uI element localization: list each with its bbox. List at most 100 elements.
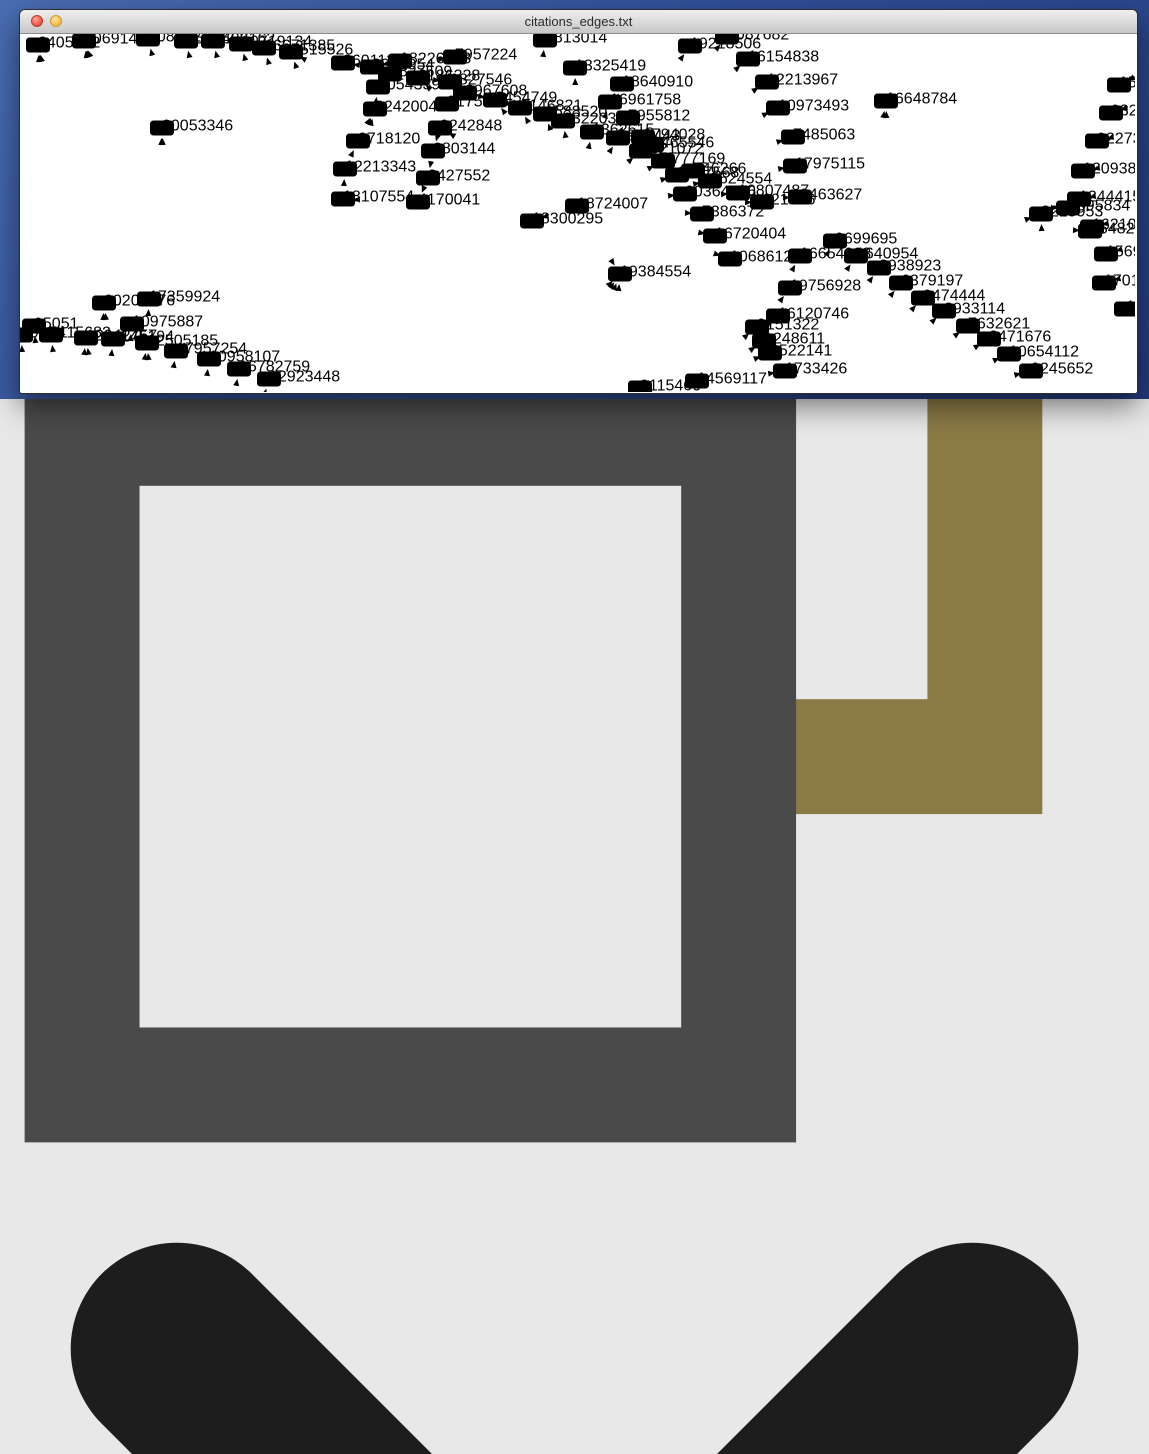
graph-node-label: 17016504 <box>1104 272 1135 289</box>
graph-edge[interactable] <box>565 131 577 206</box>
graph-node-label: 20053346 <box>162 117 233 134</box>
close-panel-icon[interactable] <box>0 1172 1149 1454</box>
graph-edge[interactable] <box>577 206 1058 208</box>
graph-node-label: 7955812 <box>628 107 690 124</box>
graph-edge[interactable] <box>560 206 577 391</box>
graph-edge[interactable] <box>577 206 1080 231</box>
graph-edge[interactable] <box>20 206 577 246</box>
zoom-window-button[interactable] <box>69 15 81 27</box>
graph-node-label: 7386372 <box>702 203 764 220</box>
graph-edge[interactable] <box>150 138 162 392</box>
graph-node-label: 9242848 <box>440 117 502 134</box>
graph-edge[interactable] <box>22 345 25 392</box>
graph-node-label: 16648784 <box>886 90 957 107</box>
graph-node-label: 2087682 <box>727 34 789 43</box>
edge-arrowhead <box>261 389 267 392</box>
graph-edge[interactable] <box>267 58 372 392</box>
edge-arrowhead <box>525 117 531 125</box>
graph-node-label: 9115460 <box>640 377 701 392</box>
graph-edge[interactable] <box>610 284 619 391</box>
graph-node-label: 10973493 <box>778 97 849 114</box>
network-canvas-container: 1872400718300295193845549322037136261513… <box>20 34 1137 397</box>
graph-node-label: 9227343 <box>1097 130 1135 147</box>
graph-edge[interactable] <box>525 117 577 206</box>
resize-grip-icon[interactable] <box>1110 371 1128 389</box>
graph-edge[interactable] <box>20 206 577 271</box>
graph-edge[interactable] <box>20 206 577 296</box>
edge-arrowhead <box>777 296 784 303</box>
graph-node-label: 19384554 <box>620 263 691 280</box>
network-canvas[interactable]: 1872400718300295193845549322037136261513… <box>20 34 1135 392</box>
window-title: citations_edges.txt <box>20 10 1137 33</box>
graph-node-label: 16720404 <box>715 225 786 242</box>
edge-arrowhead <box>888 291 895 298</box>
graph-node-label: 20364436 <box>685 183 756 200</box>
edge-arrowhead <box>149 49 155 57</box>
graph-edge[interactable] <box>575 283 616 391</box>
edge-arrowhead <box>909 305 916 312</box>
graph-node-label: 17359924 <box>149 288 220 305</box>
graph-node-label: 1167533 <box>1126 298 1135 315</box>
edge-arrowhead <box>294 61 300 69</box>
graph-node-label: 12213343 <box>345 158 416 175</box>
graph-edge[interactable] <box>244 54 335 392</box>
graph-node-label: 9245652 <box>1031 360 1093 377</box>
graph-node-label: 7485063 <box>793 126 855 143</box>
graph-node-label: 7957224 <box>455 46 517 63</box>
edge-arrowhead <box>348 150 354 158</box>
graph-edge[interactable] <box>20 171 577 206</box>
graph-edge[interactable] <box>919 358 1000 392</box>
graph-node-label: 18300295 <box>532 210 603 227</box>
edge-arrowhead <box>540 50 546 57</box>
graph-edge[interactable] <box>845 34 872 392</box>
edge-arrowhead <box>171 361 177 368</box>
graph-node-label: 18640910 <box>622 73 693 90</box>
edge-arrowhead <box>607 147 613 155</box>
graph-node-label: 7515526 <box>291 41 353 58</box>
graph-edge[interactable] <box>540 282 614 391</box>
network-view-window[interactable]: citations_edges.txt 18724007183002951938… <box>19 9 1138 394</box>
edge-arrowhead <box>678 54 684 61</box>
graph-edge[interactable] <box>577 206 680 391</box>
graph-edge[interactable] <box>878 332 960 392</box>
graph-edge[interactable] <box>20 206 577 221</box>
edge-arrowhead <box>626 158 633 165</box>
graph-node-label: 1733426 <box>785 360 847 377</box>
graph-edge[interactable] <box>854 318 937 392</box>
edge-arrowhead <box>266 58 272 66</box>
graph-edge[interactable] <box>35 336 40 392</box>
graph-edge[interactable] <box>899 344 980 392</box>
graph-edge[interactable] <box>420 206 577 391</box>
edge-arrowhead <box>733 66 740 73</box>
close-window-button[interactable] <box>31 15 43 27</box>
edge-arrowhead <box>844 264 850 271</box>
graph-node-label: 8813014 <box>545 34 607 46</box>
edge-arrowhead <box>20 345 25 352</box>
minimize-window-button[interactable] <box>50 15 62 27</box>
graph-node-label: 17975115 <box>795 155 865 172</box>
graph-edge[interactable] <box>20 196 577 206</box>
graph-edge[interactable] <box>500 281 613 391</box>
graph-node-label: 1588520 <box>545 103 607 120</box>
graph-node-label: 12923448 <box>269 368 340 385</box>
edge-arrowhead <box>1039 224 1045 231</box>
graph-node-label: 4170041 <box>418 191 480 208</box>
graph-edge[interactable] <box>577 206 620 391</box>
graph-edge[interactable] <box>941 373 1021 392</box>
graph-edge[interactable] <box>895 34 915 392</box>
graph-node-label: 18107554 <box>343 188 414 205</box>
edge-arrowhead <box>563 131 569 138</box>
graph-node-label: 10654112 <box>1009 343 1079 360</box>
graph-edge[interactable] <box>340 206 577 391</box>
graph-node-label: 16210643 <box>1092 216 1135 233</box>
graph-edge[interactable] <box>500 206 577 391</box>
graph-node-label: 16961758 <box>610 91 681 108</box>
application-desktop: citations_edges.txt 18724007183002951938… <box>0 0 1149 399</box>
edge-arrowhead <box>572 78 578 85</box>
graph-node-label: 22420046 <box>375 98 446 115</box>
graph-edge[interactable] <box>52 345 58 392</box>
graph-edge[interactable] <box>548 123 577 206</box>
graph-node-label: 12093832 <box>1083 160 1135 177</box>
window-titlebar[interactable]: citations_edges.txt <box>20 10 1137 34</box>
edge-arrowhead <box>233 379 239 386</box>
